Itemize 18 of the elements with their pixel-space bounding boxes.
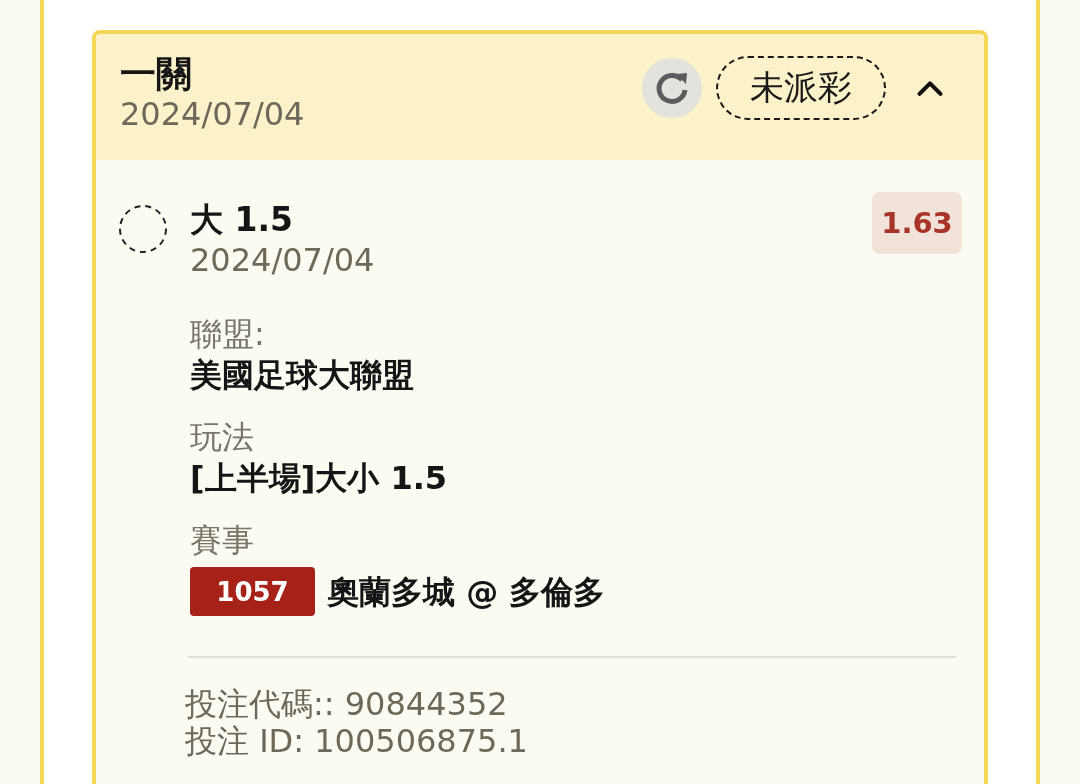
collapse-button[interactable]: [916, 78, 944, 98]
selection-name: 大 1.5: [190, 199, 294, 241]
bet-reference: 投注代碼:: 90844352: [185, 686, 509, 723]
detail-value: 奧蘭多城 @ 多倫多: [327, 571, 606, 613]
detail-label: 玩法: [190, 417, 255, 457]
selection-date: 2024/07/04: [190, 242, 376, 278]
detail-value: [上半場]大小 1.5: [190, 458, 448, 499]
detail-label: 賽事: [190, 520, 255, 560]
detail-label: 聯盟:: [190, 314, 266, 354]
odds-badge: 1.63: [872, 192, 962, 254]
bet-date: 2024/07/04: [120, 96, 305, 132]
match-code-badge: 1057: [190, 567, 315, 616]
bet-type-title: 一關: [120, 52, 193, 96]
caret-icon: [916, 78, 944, 98]
status-badge: 未派彩: [716, 56, 886, 120]
dashed-circle-icon: [118, 204, 168, 254]
detail-value: 美國足球大聯盟: [190, 355, 414, 396]
bet-reference: 投注 ID: 100506875.1: [185, 723, 529, 760]
